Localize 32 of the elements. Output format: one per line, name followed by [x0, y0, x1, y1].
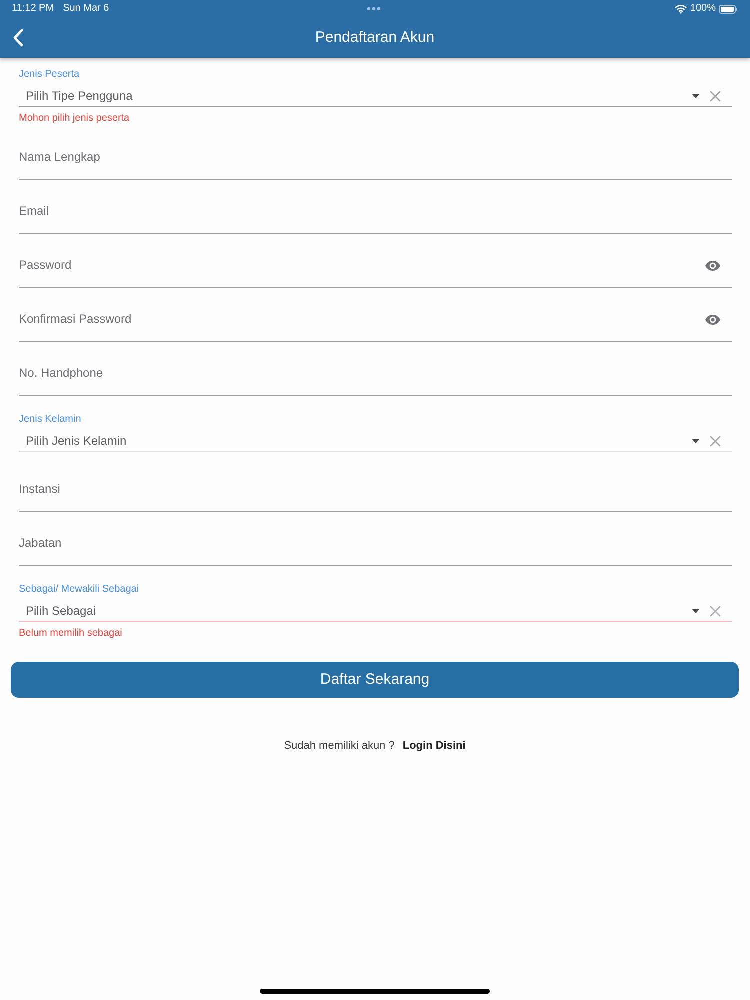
select-dropdown[interactable]: Pilih Tipe Pengguna — [19, 88, 704, 104]
login-link[interactable]: Login Disini — [402, 738, 466, 754]
caret-down-icon[interactable] — [692, 438, 700, 444]
close-icon[interactable] — [710, 606, 721, 617]
caret-down-icon[interactable] — [692, 94, 700, 98]
password-field[interactable]: Konfirmasi Password — [19, 288, 732, 342]
caret-down-icon[interactable] — [692, 608, 700, 614]
text-field[interactable]: Instansi — [19, 458, 732, 512]
field-label: Jenis Kelamin — [19, 413, 82, 427]
field-label: Sebagai/ Mewakili Sebagai — [19, 583, 140, 597]
battery-percent: 100% — [690, 3, 716, 15]
text-field[interactable]: Jabatan — [19, 512, 732, 566]
error-message: Belum memilih sebagai — [19, 627, 124, 641]
close-icon[interactable] — [710, 91, 721, 102]
select-dropdown[interactable]: Pilih Jenis Kelamin — [19, 433, 704, 449]
error-message: Mohon pilih jenis peserta — [19, 112, 131, 126]
more-dots-icon[interactable] — [367, 7, 381, 11]
screen-title: Pendaftaran Akun — [314, 28, 436, 48]
battery-icon — [719, 4, 738, 14]
status-date: Sun Mar 6 — [63, 3, 110, 15]
status-time: 11:12 PM — [12, 3, 54, 15]
eye-icon[interactable] — [705, 314, 721, 326]
text-field[interactable]: Email — [19, 180, 732, 234]
close-icon[interactable] — [710, 436, 721, 447]
register-button[interactable]: Daftar Sekarang — [11, 662, 739, 698]
text-field[interactable]: Nama Lengkap — [19, 126, 732, 180]
eye-icon[interactable] — [705, 260, 721, 272]
select-dropdown[interactable]: Pilih Sebagai — [19, 603, 704, 619]
wifi-icon — [675, 4, 688, 14]
prompt-text: Sudah memiliki akun ? — [284, 739, 395, 754]
text-field[interactable]: No. Handphone — [19, 342, 732, 396]
field-label: Jenis Peserta — [19, 68, 81, 82]
